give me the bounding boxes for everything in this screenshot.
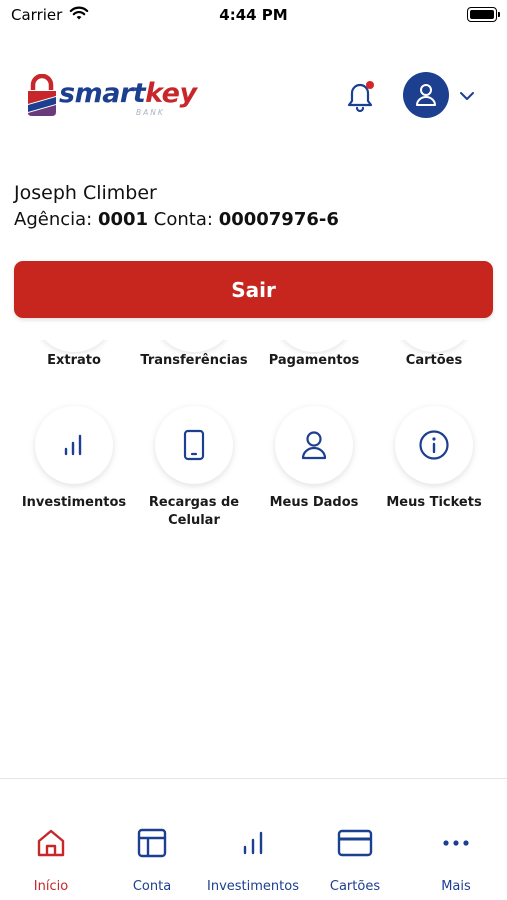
status-bar: Carrier 4:44 PM bbox=[0, 0, 507, 34]
action-circle[interactable] bbox=[35, 406, 113, 484]
agency-number: 0001 bbox=[97, 209, 149, 230]
nav-label: Início bbox=[33, 879, 69, 894]
more-icon bbox=[443, 840, 469, 846]
lock-logo-icon bbox=[28, 74, 56, 116]
action-circle[interactable] bbox=[155, 406, 233, 484]
account-info: Agência: 0001 Conta: 00007976-6 bbox=[14, 209, 339, 230]
action-label: Cartões bbox=[405, 353, 463, 368]
phone-icon bbox=[183, 429, 205, 461]
action-recargas-celular[interactable]: Recargas de Celular bbox=[134, 406, 254, 530]
nav-label: Cartões bbox=[329, 879, 381, 894]
nav-label: Mais bbox=[441, 879, 471, 894]
nav-item-mais[interactable]: Mais bbox=[406, 826, 506, 894]
action-circle-partial bbox=[33, 340, 115, 354]
chevron-down-icon bbox=[460, 92, 474, 100]
action-transferencias[interactable]: Transferências bbox=[134, 340, 254, 370]
nav-label: Conta bbox=[132, 879, 172, 894]
battery-icon bbox=[467, 7, 500, 22]
nav-item-cartoes[interactable]: Cartões bbox=[305, 826, 405, 894]
action-label: Transferências bbox=[140, 353, 248, 368]
action-label: Investimentos bbox=[21, 495, 127, 510]
user-icon bbox=[301, 431, 327, 460]
user-name: Joseph Climber bbox=[14, 182, 157, 204]
logo-bank-label: BANK bbox=[136, 108, 165, 117]
info-icon bbox=[419, 430, 449, 460]
nav-label: Investimentos bbox=[207, 879, 299, 894]
action-circle[interactable] bbox=[275, 406, 353, 484]
card-icon bbox=[337, 829, 373, 857]
action-cartoes[interactable]: Cartões bbox=[374, 340, 494, 370]
bar-chart-icon bbox=[64, 434, 82, 456]
brand-logo: smartkey BANK bbox=[26, 72, 197, 122]
nav-item-inicio[interactable]: Início bbox=[1, 826, 101, 894]
bar-chart-icon bbox=[243, 831, 263, 855]
action-extrato[interactable]: Extrato bbox=[14, 340, 134, 370]
action-label: Recargas de Celular bbox=[148, 495, 240, 528]
account-label: Conta: bbox=[153, 209, 213, 230]
action-label: Meus Tickets bbox=[386, 495, 482, 510]
action-meus-dados[interactable]: Meus Dados bbox=[254, 406, 374, 512]
user-icon bbox=[416, 84, 436, 106]
action-meus-tickets[interactable]: Meus Tickets bbox=[374, 406, 494, 512]
action-label: Pagamentos bbox=[268, 353, 360, 368]
action-circle[interactable] bbox=[395, 406, 473, 484]
action-label: Meus Dados bbox=[269, 495, 359, 510]
bell-icon bbox=[347, 81, 374, 113]
action-label: Extrato bbox=[47, 353, 101, 368]
nav-item-conta[interactable]: Conta bbox=[102, 826, 202, 894]
logout-button[interactable]: Sair bbox=[14, 261, 493, 318]
account-number: 00007976-6 bbox=[218, 209, 339, 230]
action-investimentos[interactable]: Investimentos bbox=[14, 406, 134, 512]
bottom-nav-divider bbox=[0, 778, 507, 779]
profile-avatar-button[interactable] bbox=[403, 72, 449, 118]
layout-icon bbox=[137, 828, 167, 858]
clock: 4:44 PM bbox=[219, 6, 288, 24]
home-icon bbox=[37, 829, 65, 857]
logo-text-smart: smart bbox=[59, 78, 146, 109]
logo-text-key: key bbox=[145, 78, 197, 109]
profile-menu-chevron[interactable] bbox=[459, 87, 475, 106]
action-circle-partial bbox=[153, 340, 235, 354]
notifications-button[interactable] bbox=[343, 78, 377, 114]
action-pagamentos[interactable]: Pagamentos bbox=[254, 340, 374, 370]
nav-item-investimentos[interactable]: Investimentos bbox=[203, 826, 303, 894]
action-circle-partial bbox=[273, 340, 355, 354]
action-circle-partial bbox=[393, 340, 475, 354]
agency-label: Agência: bbox=[14, 209, 93, 230]
